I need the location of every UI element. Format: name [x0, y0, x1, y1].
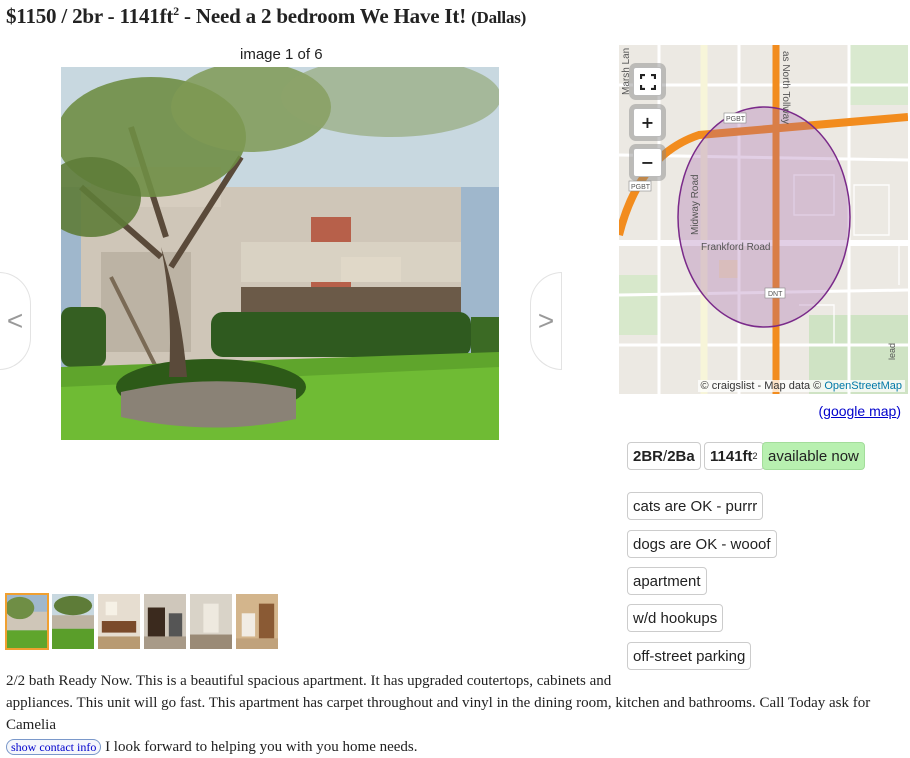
tag-wd-hookups: w/d hookups: [627, 604, 724, 632]
thumbnail-4[interactable]: [143, 593, 187, 650]
posting-body: 2/2 bath Ready Now. This is a beautiful …: [6, 670, 906, 758]
zoom-out-button[interactable]: −: [633, 148, 662, 177]
body-line-2: appliances. This unit will go fast. This…: [6, 695, 871, 733]
map[interactable]: Midway Road Frankford Road as North Toll…: [619, 45, 908, 394]
headline: Need a 2 bedroom We Have It!: [195, 4, 466, 28]
google-map-link[interactable]: google map: [823, 403, 896, 419]
area: 1141ft2: [119, 4, 180, 28]
map-attribution: © craigslist - Map data © OpenStreetMap: [697, 380, 905, 392]
thumbnail-1[interactable]: [5, 593, 49, 650]
bedrooms: 2br: [72, 4, 103, 28]
frankford-road-label: Frankford Road: [701, 242, 770, 253]
availability-badge: available now: [762, 442, 865, 470]
dnt-shield: DNT: [768, 291, 783, 298]
openstreetmap-link[interactable]: OpenStreetMap: [824, 380, 902, 392]
posting-title: $1150 / 2br - 1141ft2 - Need a 2 bedroom…: [6, 4, 527, 28]
right-edge-road-label: lead: [887, 343, 897, 360]
pgbt-shield-2: PGBT: [631, 184, 651, 191]
thumbnail-6[interactable]: [235, 593, 279, 650]
main-listing-photo[interactable]: [61, 67, 499, 440]
tollway-label: as North Tollway: [780, 51, 791, 124]
tag-apartment: apartment: [627, 567, 707, 595]
bed-bath-badge: 2BR / 2Ba: [627, 442, 701, 470]
midway-road-label: Midway Road: [690, 174, 701, 235]
body-line-1: 2/2 bath Ready Now. This is a beautiful …: [6, 673, 612, 689]
pgbt-shield-1: PGBT: [726, 116, 746, 123]
image-counter: image 1 of 6: [240, 46, 323, 63]
zoom-in-button[interactable]: +: [633, 108, 662, 137]
tag-dogs-ok: dogs are OK - wooof: [627, 530, 777, 558]
show-contact-info-button[interactable]: show contact info: [6, 739, 102, 755]
thumbnail-strip: [5, 593, 279, 650]
price: $1150: [6, 4, 57, 28]
map-canvas[interactable]: Midway Road Frankford Road as North Toll…: [619, 45, 908, 394]
marsh-lane-label: Marsh Lan: [621, 48, 632, 95]
body-line-3: I look forward to helping you with you h…: [105, 739, 418, 755]
thumbnail-3[interactable]: [97, 593, 141, 650]
sqft-badge: 1141ft 2: [704, 442, 764, 470]
thumbnail-2[interactable]: [51, 593, 95, 650]
google-map-link-wrapper: (google map): [818, 403, 901, 419]
next-image-button[interactable]: >: [530, 272, 562, 370]
location: (Dallas): [471, 8, 527, 27]
previous-image-button[interactable]: <: [0, 272, 31, 370]
fullscreen-icon: [639, 73, 656, 90]
fullscreen-button[interactable]: [633, 67, 662, 96]
tag-cats-ok: cats are OK - purrr: [627, 492, 764, 520]
tag-off-street-parking: off-street parking: [627, 642, 752, 670]
thumbnail-5[interactable]: [189, 593, 233, 650]
